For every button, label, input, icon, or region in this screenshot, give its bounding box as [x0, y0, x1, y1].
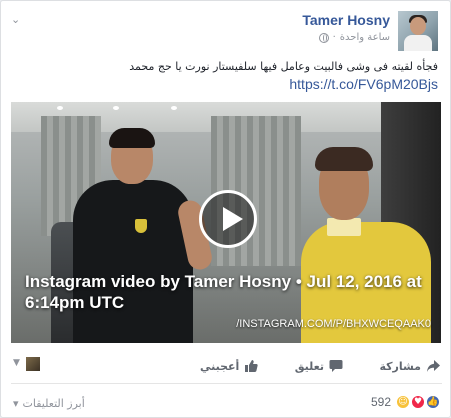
- like-button[interactable]: أعجبني: [200, 359, 258, 373]
- post-meta: ساعة واحدة ·: [318, 32, 390, 43]
- reaction-count[interactable]: 592: [371, 395, 391, 409]
- chevron-down-icon: ▾: [13, 397, 19, 410]
- love-reaction-icon: ♥: [411, 395, 425, 409]
- thumbs-up-icon: [245, 360, 258, 372]
- comment-icon: [329, 360, 343, 372]
- video-player[interactable]: Instagram video by Tamer Hosny • Jul 12,…: [11, 102, 441, 343]
- author-name[interactable]: Tamer Hosny: [302, 12, 390, 28]
- comment-label: تعليق: [294, 359, 325, 373]
- like-reaction-icon: 👍: [426, 395, 440, 409]
- chevron-down-icon[interactable]: ▼: [13, 358, 20, 368]
- sort-label: أبرز التعليقات: [22, 397, 85, 410]
- share-label: مشاركة: [379, 359, 421, 373]
- divider: [11, 383, 442, 384]
- reactions-summary[interactable]: 592 ☺ ♥ 👍: [371, 395, 440, 409]
- video-source[interactable]: /INSTAGRAM.COM/P/BHXWCEQAAK0: [236, 318, 431, 330]
- chevron-down-icon[interactable]: ⌄: [11, 14, 25, 25]
- post-timestamp[interactable]: ساعة واحدة: [340, 32, 390, 43]
- author-avatar[interactable]: [398, 11, 438, 51]
- viewer-avatar[interactable]: [26, 357, 40, 371]
- globe-icon: [318, 32, 329, 43]
- comment-button[interactable]: تعليق: [295, 359, 343, 373]
- share-button[interactable]: مشاركة: [379, 359, 440, 373]
- share-icon: [427, 360, 440, 372]
- post-link[interactable]: https://t.co/FV6pM20Bjs: [289, 76, 438, 92]
- post-card: Tamer Hosny ساعة واحدة · ⌄ فجأه لقيته فى…: [0, 0, 451, 418]
- comment-sort-dropdown[interactable]: ▾ أبرز التعليقات: [13, 397, 85, 410]
- haha-reaction-icon: ☺: [396, 395, 410, 409]
- like-label: أعجبني: [200, 359, 240, 373]
- video-caption[interactable]: Instagram video by Tamer Hosny • Jul 12,…: [25, 271, 431, 313]
- post-actions: أعجبني تعليق مشاركة: [200, 355, 440, 377]
- post-text: فجأه لقيته فى وشى فالبيت وعامل فيها سلفي…: [129, 60, 438, 73]
- play-button[interactable]: [199, 190, 257, 248]
